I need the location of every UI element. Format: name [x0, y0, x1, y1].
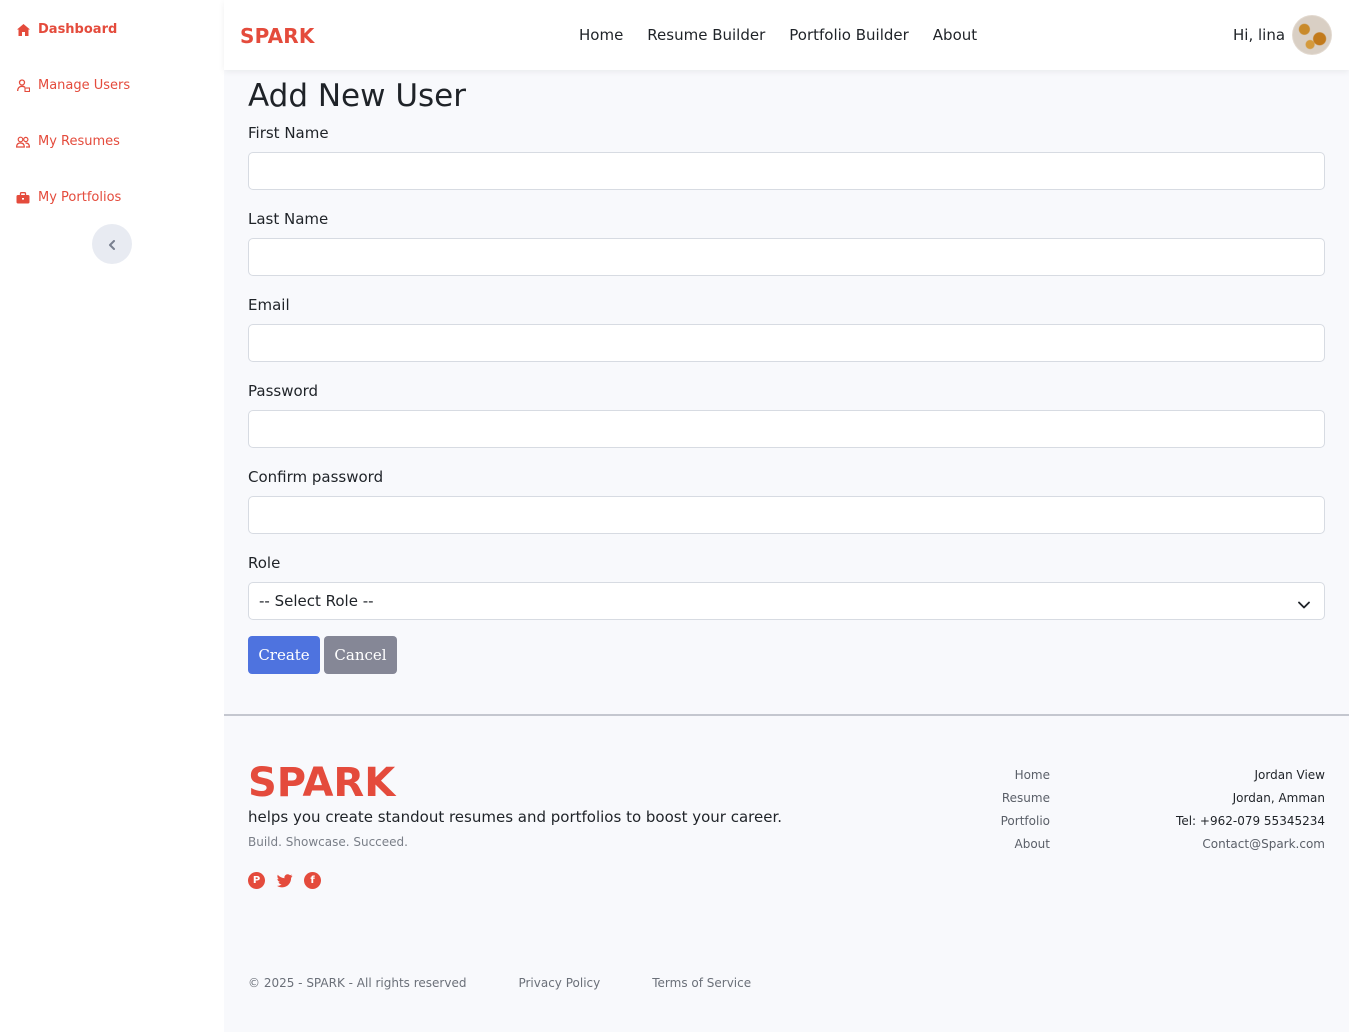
pinterest-icon[interactable]: P [248, 872, 265, 889]
contact-city: Jordan, Amman [1232, 791, 1325, 805]
email-input[interactable] [248, 324, 1325, 362]
sidebar-item-my-resumes[interactable]: My Resumes [16, 134, 120, 149]
contact-email[interactable]: Contact@Spark.com [1176, 833, 1325, 856]
home-icon [16, 23, 30, 37]
user-greeting[interactable]: Hi, lina [1233, 26, 1285, 44]
sidebar-item-manage-users[interactable]: Manage Users [16, 78, 130, 93]
contact-phone: Tel: +962-079 55345234 [1176, 814, 1325, 828]
sidebar-collapse-button[interactable] [92, 224, 132, 264]
page-title: Add New User [248, 78, 466, 114]
footer-link-portfolio[interactable]: Portfolio [1001, 810, 1050, 833]
top-navbar: SPARK Home Resume Builder Portfolio Buil… [224, 0, 1349, 70]
footer-brand: SPARK [248, 760, 396, 806]
password-label: Password [248, 382, 319, 400]
role-label: Role [248, 554, 281, 572]
brand-logo[interactable]: SPARK [240, 24, 315, 48]
last-name-input[interactable] [248, 238, 1325, 276]
footer-links: Home Resume Portfolio About [1001, 764, 1050, 856]
footer-motto: Build. Showcase. Succeed. [248, 835, 408, 849]
footer-divider [224, 714, 1349, 716]
sidebar-item-label: Dashboard [38, 22, 118, 37]
twitter-icon[interactable] [276, 872, 293, 889]
nav-home[interactable]: Home [579, 26, 623, 44]
sidebar-item-label: My Resumes [38, 134, 120, 149]
sidebar-item-my-portfolios[interactable]: My Portfolios [16, 190, 121, 205]
privacy-policy-link[interactable]: Privacy Policy [518, 976, 600, 990]
first-name-input[interactable] [248, 152, 1325, 190]
create-button[interactable]: Create [248, 636, 320, 674]
confirm-password-input[interactable] [248, 496, 1325, 534]
briefcase-icon [16, 191, 30, 205]
terms-of-service-link[interactable]: Terms of Service [652, 976, 751, 990]
copyright: © 2025 - SPARK - All rights reserved [248, 976, 467, 990]
last-name-label: Last Name [248, 210, 329, 228]
sidebar-item-label: Manage Users [38, 78, 131, 93]
nav-portfolio-builder[interactable]: Portfolio Builder [789, 26, 909, 44]
avatar[interactable] [1293, 16, 1331, 54]
contact-place: Jordan View [1254, 768, 1325, 782]
confirm-password-label: Confirm password [248, 468, 384, 486]
footer-bottom: © 2025 - SPARK - All rights reserved Pri… [248, 976, 751, 990]
email-label: Email [248, 296, 290, 314]
social-links: P f [248, 872, 321, 889]
users-icon [16, 135, 30, 149]
sidebar-item-label: My Portfolios [38, 190, 122, 205]
role-select-value: -- Select Role -- [259, 592, 374, 610]
facebook-icon[interactable]: f [304, 872, 321, 889]
footer-link-resume[interactable]: Resume [1001, 787, 1050, 810]
role-select[interactable]: -- Select Role -- [248, 582, 1325, 620]
chevron-down-icon [1298, 595, 1310, 613]
chevron-left-icon [108, 235, 116, 254]
footer-tagline: helps you create standout resumes and po… [248, 808, 783, 826]
sidebar-item-dashboard[interactable]: Dashboard [16, 22, 117, 37]
footer-link-about[interactable]: About [1001, 833, 1050, 856]
main-nav: Home Resume Builder Portfolio Builder Ab… [579, 26, 977, 44]
sidebar: Dashboard Manage Users My Resumes My Por… [0, 0, 224, 1032]
footer-contact: Jordan View Jordan, Amman Tel: +962-079 … [1176, 764, 1325, 856]
first-name-label: First Name [248, 124, 329, 142]
password-input[interactable] [248, 410, 1325, 448]
user-manage-icon [16, 79, 30, 93]
cancel-button[interactable]: Cancel [324, 636, 397, 674]
footer-link-home[interactable]: Home [1001, 764, 1050, 787]
nav-resume-builder[interactable]: Resume Builder [647, 26, 765, 44]
nav-about[interactable]: About [933, 26, 977, 44]
